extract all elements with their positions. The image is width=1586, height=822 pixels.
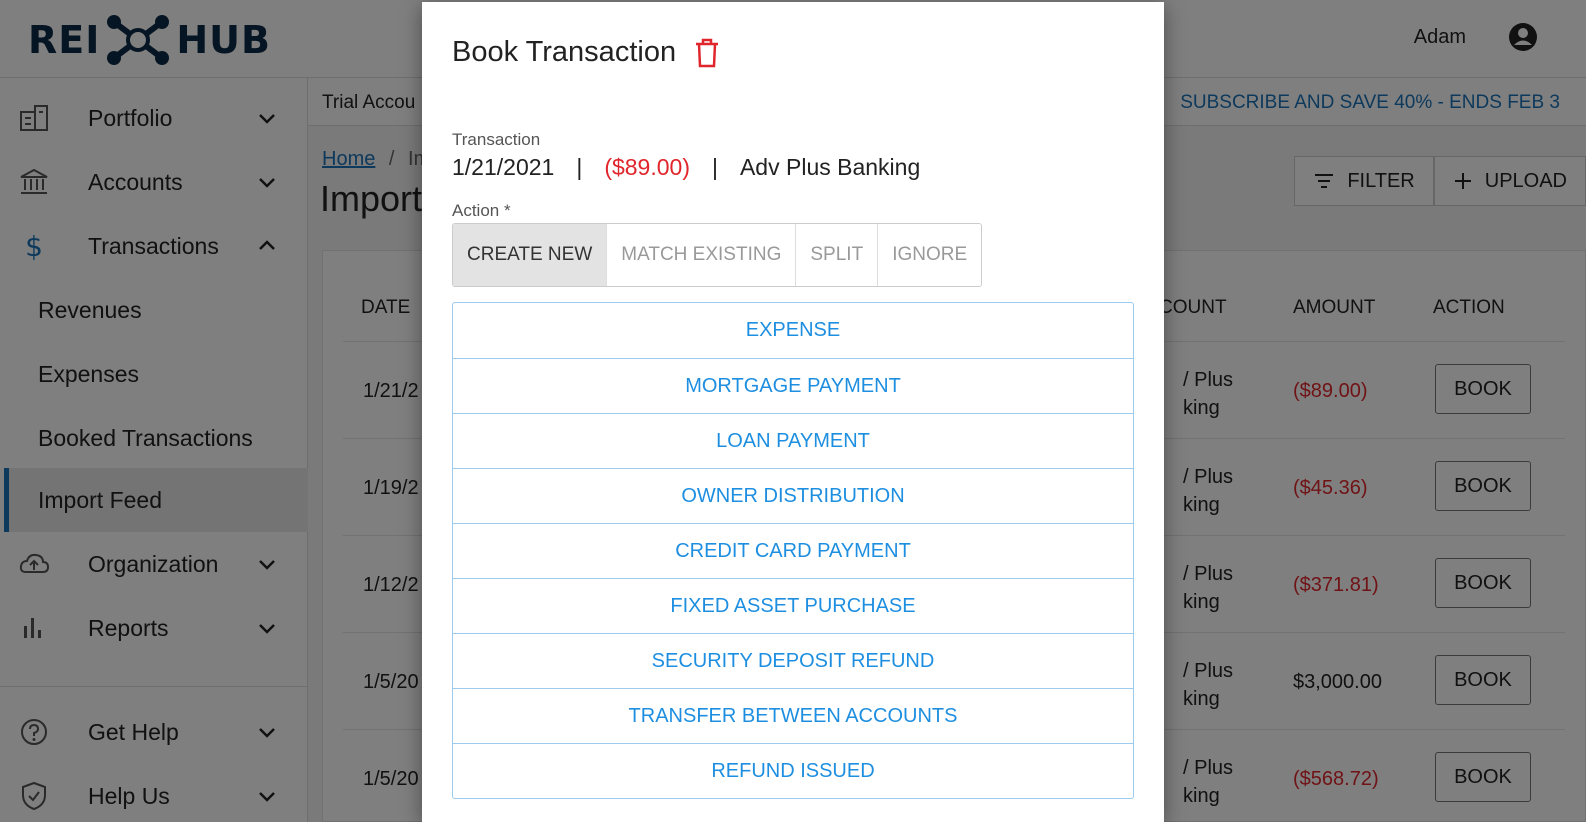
option-fixed-asset-purchase[interactable]: FIXED ASSET PURCHASE xyxy=(453,578,1133,633)
book-transaction-dialog: Book Transaction Transaction 1/21/2021 |… xyxy=(422,2,1164,822)
action-label: Action * xyxy=(452,201,511,220)
create-new-options: EXPENSE MORTGAGE PAYMENT LOAN PAYMENT OW… xyxy=(452,302,1134,799)
action-toggle-group: CREATE NEW MATCH EXISTING SPLIT IGNORE xyxy=(452,223,983,287)
option-owner-distribution[interactable]: OWNER DISTRIBUTION xyxy=(453,468,1133,523)
tab-ignore[interactable]: IGNORE xyxy=(877,224,981,286)
option-mortgage-payment[interactable]: MORTGAGE PAYMENT xyxy=(453,358,1133,413)
separator: | xyxy=(576,154,583,180)
transaction-account: Adv Plus Banking xyxy=(739,154,921,180)
option-expense[interactable]: EXPENSE xyxy=(453,303,1133,358)
separator: | xyxy=(711,154,718,180)
option-loan-payment[interactable]: LOAN PAYMENT xyxy=(453,413,1133,468)
transaction-amount: ($89.00) xyxy=(604,154,690,180)
option-refund-issued[interactable]: REFUND ISSUED xyxy=(453,743,1133,798)
dialog-title: Book Transaction xyxy=(452,36,677,68)
option-credit-card-payment[interactable]: CREDIT CARD PAYMENT xyxy=(453,523,1133,578)
transaction-date: 1/21/2021 xyxy=(452,154,555,180)
option-security-deposit-refund[interactable]: SECURITY DEPOSIT REFUND xyxy=(453,633,1133,688)
option-transfer-between-accounts[interactable]: TRANSFER BETWEEN ACCOUNTS xyxy=(453,688,1133,743)
tab-create-new[interactable]: CREATE NEW xyxy=(453,224,607,286)
transaction-label: Transaction xyxy=(452,130,541,149)
tab-split[interactable]: SPLIT xyxy=(795,224,877,286)
trash-icon[interactable] xyxy=(694,38,720,68)
transaction-summary: 1/21/2021 | ($89.00) | Adv Plus Banking xyxy=(452,154,920,181)
tab-match-existing[interactable]: MATCH EXISTING xyxy=(606,224,795,286)
